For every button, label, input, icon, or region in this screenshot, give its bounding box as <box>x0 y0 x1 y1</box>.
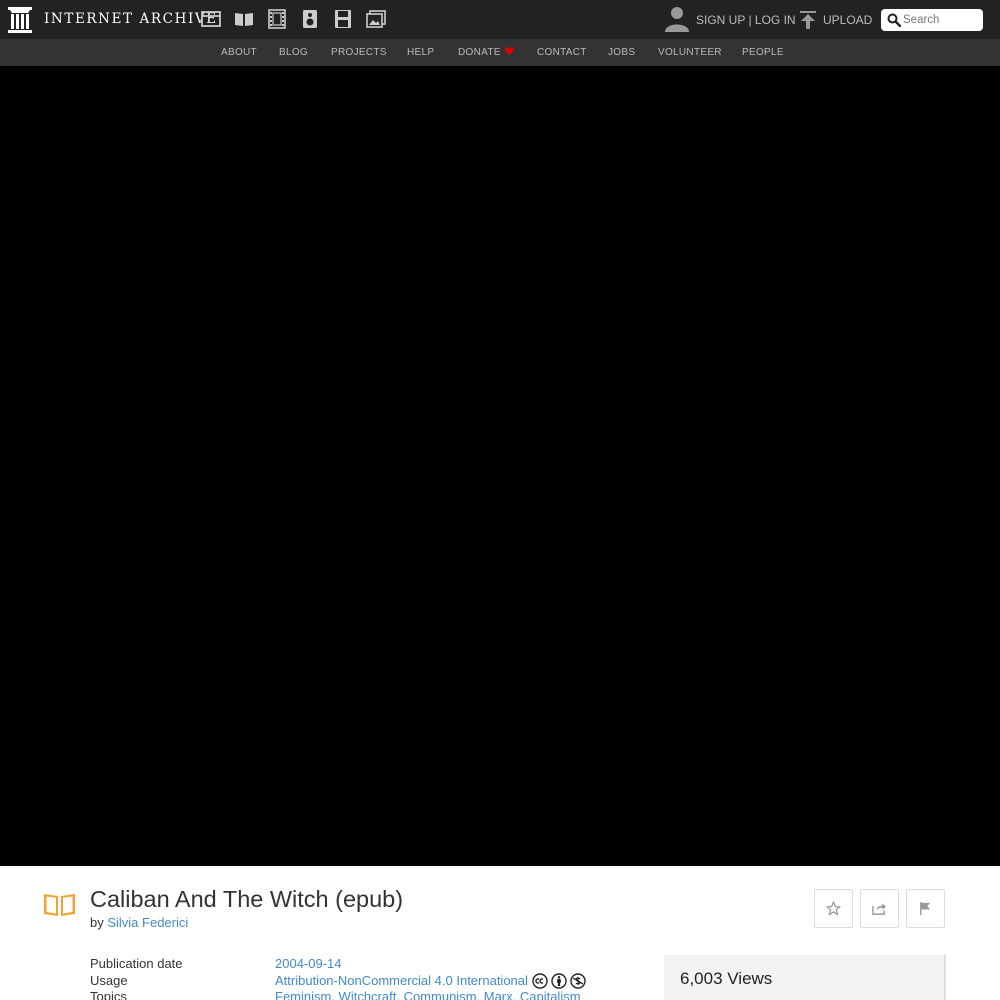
license-icons <box>532 973 586 989</box>
log-in-link[interactable]: LOG IN <box>755 13 796 27</box>
nav-contact[interactable]: CONTACT <box>537 47 587 58</box>
upload-link[interactable]: UPLOAD <box>823 13 872 27</box>
flag-button[interactable] <box>906 889 945 928</box>
nav-donate-label: DONATE <box>458 47 501 58</box>
upload-icon[interactable] <box>799 10 817 29</box>
nav-help[interactable]: HELP <box>407 47 434 58</box>
views-panel: 6,003 Views <box>664 955 946 1000</box>
sign-up-link[interactable]: SIGN UP <box>696 13 745 27</box>
nav-about[interactable]: ABOUT <box>221 47 257 58</box>
topics-link[interactable]: Feminism, Witchcraft, Communism, Marx, C… <box>275 989 581 1000</box>
video-icon[interactable] <box>266 9 288 29</box>
secondary-nav: ABOUT BLOG PROJECTS HELP DONATE CONTACT … <box>0 39 1000 66</box>
nav-people[interactable]: PEOPLE <box>742 47 784 58</box>
audio-icon[interactable] <box>299 9 321 29</box>
software-icon[interactable] <box>332 9 354 29</box>
web-icon[interactable] <box>200 9 222 29</box>
search-box[interactable] <box>881 9 983 31</box>
media-type-nav <box>200 9 387 29</box>
logo-text[interactable]: INTERNET ARCHIVE <box>44 11 218 27</box>
texts-icon[interactable] <box>233 9 255 29</box>
flag-icon <box>920 901 931 916</box>
favorite-icon <box>826 901 841 916</box>
auth-links: SIGN UP | LOG IN <box>696 13 796 27</box>
heart-icon <box>504 47 514 55</box>
book-viewer[interactable] <box>0 66 1000 866</box>
item-title: Caliban And The Witch (epub) <box>90 886 404 912</box>
cc-icon[interactable] <box>532 973 548 989</box>
favorite-button[interactable] <box>814 889 853 928</box>
top-bar: INTERNET ARCHIVE SIGN UP | LOG IN UPLOAD… <box>0 0 1000 39</box>
author-link[interactable]: Silvia Federici <box>107 915 188 930</box>
metadata-key: Usage <box>90 973 128 988</box>
nav-projects[interactable]: PROJECTS <box>331 47 387 58</box>
nav-donate[interactable]: DONATE <box>458 47 514 58</box>
auth-separator: | <box>745 13 755 27</box>
nc-icon[interactable] <box>570 973 586 989</box>
user-icon[interactable] <box>665 6 689 32</box>
byline: by Silvia Federici <box>90 915 188 930</box>
logo[interactable] <box>8 6 32 33</box>
by-icon[interactable] <box>551 973 567 989</box>
search-input[interactable] <box>903 12 979 28</box>
nav-blog[interactable]: BLOG <box>279 47 308 58</box>
images-icon[interactable] <box>365 9 387 29</box>
metadata-value: Feminism, Witchcraft, Communism, Marx, C… <box>275 989 581 1000</box>
views-count: 6,003 Views <box>680 969 773 988</box>
metadata-value: Attribution-NonCommercial 4.0 Internatio… <box>275 973 586 989</box>
archive-building-icon <box>8 6 32 33</box>
search-icon[interactable] <box>887 13 901 27</box>
metadata-value: 2004-09-14 <box>275 956 342 971</box>
byline-prefix: by <box>90 915 108 930</box>
metadata-key: Publication date <box>90 956 183 971</box>
texts-type-icon <box>44 894 75 916</box>
metadata-key: Topics <box>90 989 127 1000</box>
share-icon <box>872 903 887 915</box>
share-button[interactable] <box>860 889 899 928</box>
publication-date-link[interactable]: 2004-09-14 <box>275 956 342 971</box>
license-link[interactable]: Attribution-NonCommercial 4.0 Internatio… <box>275 973 528 988</box>
nav-volunteer[interactable]: VOLUNTEER <box>658 47 722 58</box>
nav-jobs[interactable]: JOBS <box>608 47 635 58</box>
